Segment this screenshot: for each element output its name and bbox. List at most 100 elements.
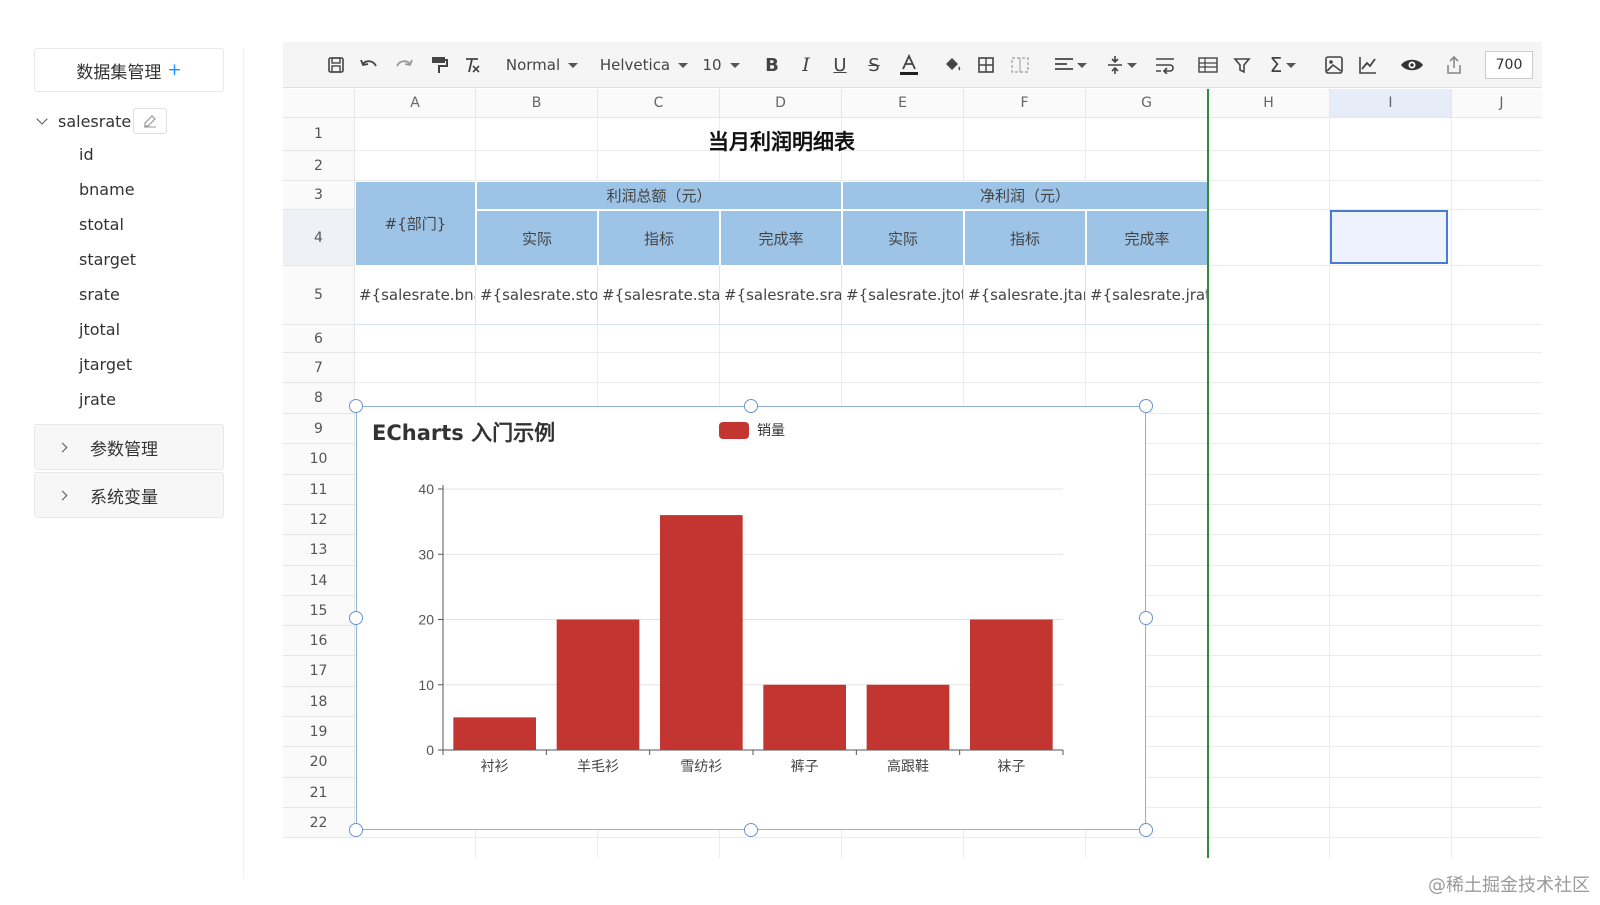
preview-icon[interactable] [1399, 53, 1425, 77]
resize-handle[interactable] [1139, 611, 1153, 625]
resize-handle[interactable] [744, 399, 758, 413]
grid-corner[interactable] [283, 89, 355, 118]
report-title[interactable]: 当月利润明细表 [355, 126, 1208, 154]
field-item-starget[interactable]: starget [79, 245, 136, 280]
redo-icon[interactable] [393, 53, 415, 77]
data-cell[interactable]: #{salesrate.jtarget} [964, 266, 1086, 325]
field-item-stotal[interactable]: stotal [79, 210, 136, 245]
chart-icon[interactable] [1357, 53, 1379, 77]
resize-handle[interactable] [349, 823, 363, 837]
column-header-A[interactable]: A [355, 89, 476, 118]
column-header-H[interactable]: H [1208, 89, 1330, 118]
paint-format-icon[interactable] [428, 53, 450, 77]
resize-handle[interactable] [349, 611, 363, 625]
field-item-srate[interactable]: srate [79, 280, 136, 315]
bold-icon[interactable]: B [761, 53, 783, 77]
sub-header-cell[interactable]: 完成率 [1086, 210, 1208, 266]
freeze-line[interactable] [1207, 89, 1209, 858]
sub-header-cell[interactable]: 完成率 [720, 210, 842, 266]
sub-header-cell[interactable]: 实际 [476, 210, 598, 266]
row-header-21[interactable]: 21 [283, 778, 355, 808]
column-header-G[interactable]: G [1086, 89, 1208, 118]
chart-container[interactable]: ECharts 入门示例 销量 0 10 20 30 40 衬衫 羊毛衫 雪纺衫 裤子 高跟鞋 袜子 [356, 406, 1146, 830]
field-item-jtarget[interactable]: jtarget [79, 350, 136, 385]
resize-handle[interactable] [744, 823, 758, 837]
column-header-D[interactable]: D [720, 89, 842, 118]
dataset-name[interactable]: salesrate [58, 112, 131, 131]
column-header-E[interactable]: E [842, 89, 964, 118]
merge-icon[interactable] [1009, 53, 1031, 77]
resize-handle[interactable] [1139, 399, 1153, 413]
param-manager-panel[interactable]: 参数管理 [34, 424, 224, 470]
row-header-11[interactable]: 11 [283, 475, 355, 505]
zoom-input[interactable]: 700 [1485, 51, 1533, 79]
field-item-jrate[interactable]: jrate [79, 385, 136, 420]
row-header-2[interactable]: 2 [283, 151, 355, 181]
row-header-18[interactable]: 18 [283, 687, 355, 717]
row-header-20[interactable]: 20 [283, 747, 355, 778]
row-header-22[interactable]: 22 [283, 808, 355, 838]
column-header-F[interactable]: F [964, 89, 1086, 118]
chevron-down-icon[interactable] [36, 113, 48, 125]
data-cell[interactable]: #{salesrate.jtotal} [842, 266, 964, 325]
net-profit-header[interactable]: 净利润（元） [842, 181, 1208, 210]
field-item-bname[interactable]: bname [79, 175, 136, 210]
row-header-6[interactable]: 6 [283, 325, 355, 353]
style-select[interactable]: Normal [505, 53, 579, 77]
row-header-16[interactable]: 16 [283, 626, 355, 656]
row-header-7[interactable]: 7 [283, 353, 355, 383]
data-cell[interactable]: #{salesrate.stotal} [476, 266, 598, 325]
strikethrough-icon[interactable]: S [863, 53, 885, 77]
resize-handle[interactable] [1139, 823, 1153, 837]
column-header-C[interactable]: C [598, 89, 720, 118]
row-header-3[interactable]: 3 [283, 181, 355, 210]
save-icon[interactable] [325, 53, 347, 77]
sub-header-cell[interactable]: 指标 [964, 210, 1086, 266]
row-header-13[interactable]: 13 [283, 535, 355, 566]
row-header-10[interactable]: 10 [283, 444, 355, 475]
underline-icon[interactable]: U [829, 53, 851, 77]
row-header-9[interactable]: 9 [283, 414, 355, 444]
row-header-8[interactable]: 8 [283, 383, 355, 414]
column-header-B[interactable]: B [476, 89, 598, 118]
selected-cell[interactable] [1330, 210, 1448, 264]
field-item-jtotal[interactable]: jtotal [79, 315, 136, 350]
data-cell[interactable]: #{salesrate.jrate} [1086, 266, 1208, 325]
row-header-5[interactable]: 5 [283, 266, 355, 325]
italic-icon[interactable]: I [795, 53, 817, 77]
sub-header-cell[interactable]: 指标 [598, 210, 720, 266]
border-icon[interactable] [975, 53, 997, 77]
font-select[interactable]: Helvetica [600, 53, 689, 77]
fill-color-icon[interactable] [941, 53, 965, 77]
row-header-4[interactable]: 4 [283, 210, 355, 266]
wrap-icon[interactable] [1153, 53, 1177, 77]
sub-header-cell[interactable]: 实际 [842, 210, 964, 266]
row-header-15[interactable]: 15 [283, 596, 355, 626]
row-header-12[interactable]: 12 [283, 505, 355, 535]
export-icon[interactable] [1443, 53, 1465, 77]
dataset-tree-root[interactable]: salesrate [34, 106, 234, 136]
filter-icon[interactable] [1231, 53, 1253, 77]
sum-icon[interactable]: Σ [1265, 53, 1301, 77]
data-cell[interactable]: #{salesrate.srate} [720, 266, 842, 325]
dept-header-cell[interactable]: #{部门} [355, 181, 476, 266]
add-dataset-button[interactable]: + [167, 60, 181, 80]
data-cell[interactable]: #{salesrate.starget} [598, 266, 720, 325]
row-header-1[interactable]: 1 [283, 118, 355, 151]
edit-dataset-button[interactable] [133, 108, 168, 134]
row-header-14[interactable]: 14 [283, 566, 355, 596]
field-item-id[interactable]: id [79, 140, 136, 175]
clear-format-icon[interactable] [461, 53, 483, 77]
undo-icon[interactable] [358, 53, 380, 77]
image-icon[interactable] [1323, 53, 1345, 77]
system-variables-panel[interactable]: 系统变量 [34, 472, 224, 518]
resize-handle[interactable] [349, 399, 363, 413]
column-header-J[interactable]: J [1452, 89, 1542, 118]
row-header-19[interactable]: 19 [283, 717, 355, 747]
data-cell[interactable]: #{salesrate.bname} [355, 266, 476, 325]
align-icon[interactable] [1053, 53, 1087, 77]
freeze-icon[interactable] [1197, 53, 1219, 77]
font-size-select[interactable]: 10 [701, 53, 741, 77]
row-header-17[interactable]: 17 [283, 656, 355, 687]
profit-total-header[interactable]: 利润总额（元） [476, 181, 842, 210]
